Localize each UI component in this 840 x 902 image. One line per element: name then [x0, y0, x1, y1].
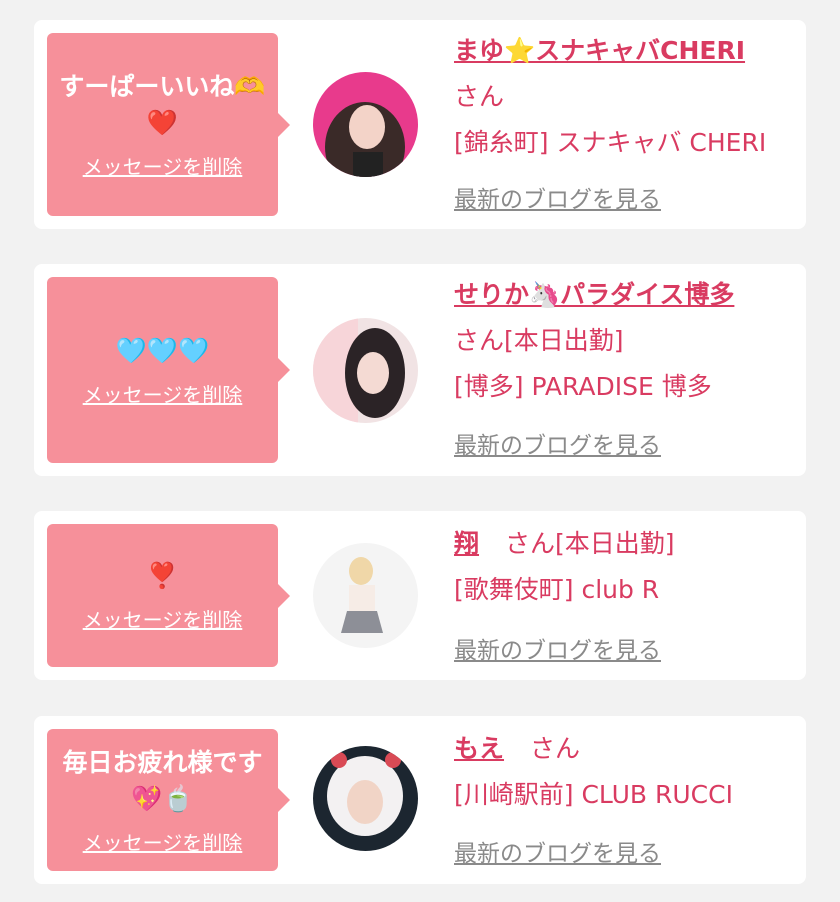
message-text: 毎日お疲れ様です 💖🍵 — [62, 747, 263, 813]
avatar-photo — [313, 746, 418, 851]
message-card: 毎日お疲れ様です 💖🍵 メッセージを削除 もえ さん [川崎駅前] CLUB R… — [34, 716, 806, 884]
message-bubble: 🩵🩵🩵 メッセージを削除 — [47, 277, 290, 463]
shop-label: [川崎駅前] CLUB RUCCI — [454, 780, 733, 809]
avatar-photo — [313, 72, 418, 177]
latest-blog-link[interactable]: 最新のブログを見る — [454, 834, 661, 868]
cast-name-link[interactable]: せりか🦄パラダイス博多 — [454, 280, 734, 309]
cast-name-link[interactable]: もえ — [454, 734, 504, 763]
shop-label: [博多] PARADISE 博多 — [454, 372, 712, 401]
latest-blog-link[interactable]: 最新のブログを見る — [454, 426, 661, 460]
shop-label: [歌舞伎町] club R — [454, 575, 660, 604]
cast-info: 翔 さん[本日出勤] [歌舞伎町] club R — [454, 521, 792, 613]
avatar[interactable] — [313, 543, 418, 648]
message-card: 🩵🩵🩵 メッセージを削除 せりか🦄パラダイス博多 さん[本日出勤] [博多] P… — [34, 264, 806, 476]
honorific: さん[本日出勤] — [504, 529, 675, 558]
honorific: さん — [529, 734, 580, 763]
cast-name-link[interactable]: 翔 — [454, 529, 479, 558]
delete-message-link[interactable]: メッセージを削除 — [83, 827, 243, 856]
shop-label: [錦糸町] スナキャバ CHERI — [454, 128, 767, 157]
latest-blog-link[interactable]: 最新のブログを見る — [454, 631, 661, 665]
avatar-photo — [313, 318, 418, 423]
honorific: さん — [454, 82, 505, 111]
delete-message-link[interactable]: メッセージを削除 — [83, 151, 243, 180]
message-text: 🩵🩵🩵 — [115, 335, 210, 365]
message-text: ❣️ — [146, 561, 179, 590]
message-bubble: すーぱーいいね🫶 ❤️ メッセージを削除 — [47, 33, 290, 216]
honorific: さん[本日出勤] — [454, 326, 624, 355]
message-bubble: 毎日お疲れ様です 💖🍵 メッセージを削除 — [47, 729, 290, 871]
message-text: すーぱーいいね🫶 ❤️ — [59, 72, 266, 137]
cast-info: もえ さん [川崎駅前] CLUB RUCCI — [454, 726, 792, 818]
message-card: ❣️ メッセージを削除 翔 さん[本日出勤] [歌舞伎町] club R 最新の… — [34, 511, 806, 680]
avatar[interactable] — [313, 72, 418, 177]
cast-name-link[interactable]: まゆ⭐️スナキャバCHERI — [454, 36, 745, 65]
cast-info: せりか🦄パラダイス博多 さん[本日出勤] [博多] PARADISE 博多 — [454, 272, 792, 410]
avatar[interactable] — [313, 746, 418, 851]
delete-message-link[interactable]: メッセージを削除 — [83, 379, 243, 408]
message-card: すーぱーいいね🫶 ❤️ メッセージを削除 まゆ⭐️スナキャバCHERI さん [… — [34, 20, 806, 229]
delete-message-link[interactable]: メッセージを削除 — [83, 604, 243, 633]
cast-info: まゆ⭐️スナキャバCHERI さん [錦糸町] スナキャバ CHERI — [454, 28, 792, 166]
avatar-photo — [313, 543, 418, 648]
message-bubble: ❣️ メッセージを削除 — [47, 524, 290, 667]
latest-blog-link[interactable]: 最新のブログを見る — [454, 180, 661, 214]
avatar[interactable] — [313, 318, 418, 423]
